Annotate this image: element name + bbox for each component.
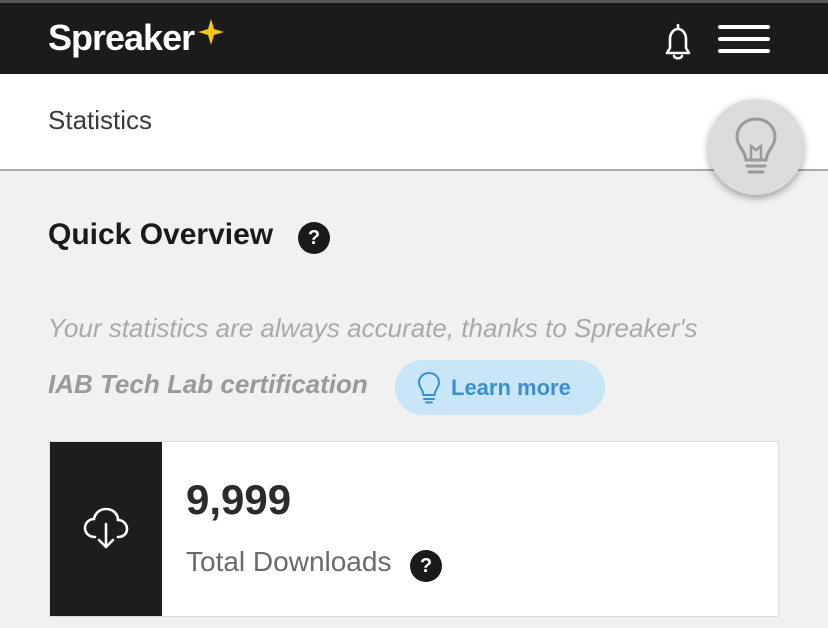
help-icon[interactable]: ? — [410, 550, 442, 582]
help-icon[interactable]: ? — [298, 222, 330, 254]
hamburger-menu-icon[interactable] — [718, 25, 770, 55]
spreaker-logo[interactable]: Spreaker — [48, 17, 226, 59]
accuracy-info-text: Your statistics are always accurate, tha… — [48, 313, 698, 343]
stat-card-icon-panel — [50, 442, 162, 616]
stat-value: 9,999 — [186, 476, 292, 523]
learn-more-label: Learn more — [451, 374, 571, 400]
stat-card-total-downloads: 9,999 Total Downloads ? — [49, 441, 779, 617]
notification-bell-icon[interactable] — [658, 22, 698, 62]
logo-text: Spreaker — [48, 17, 195, 58]
lightbulb-icon — [735, 117, 777, 174]
cloud-download-icon — [83, 507, 129, 549]
top-navigation-bar: Spreaker — [0, 0, 828, 74]
tips-lightbulb-button[interactable] — [708, 99, 804, 195]
stat-label: Total Downloads — [186, 546, 392, 577]
page-title: Statistics — [48, 105, 153, 135]
section-title: Quick Overview — [48, 218, 274, 251]
certification-text: IAB Tech Lab certification — [48, 369, 368, 399]
page-subheader: Statistics — [0, 74, 828, 171]
learn-more-button[interactable]: Learn more — [395, 360, 605, 415]
star-icon — [198, 19, 225, 45]
lightbulb-icon — [417, 371, 441, 403]
